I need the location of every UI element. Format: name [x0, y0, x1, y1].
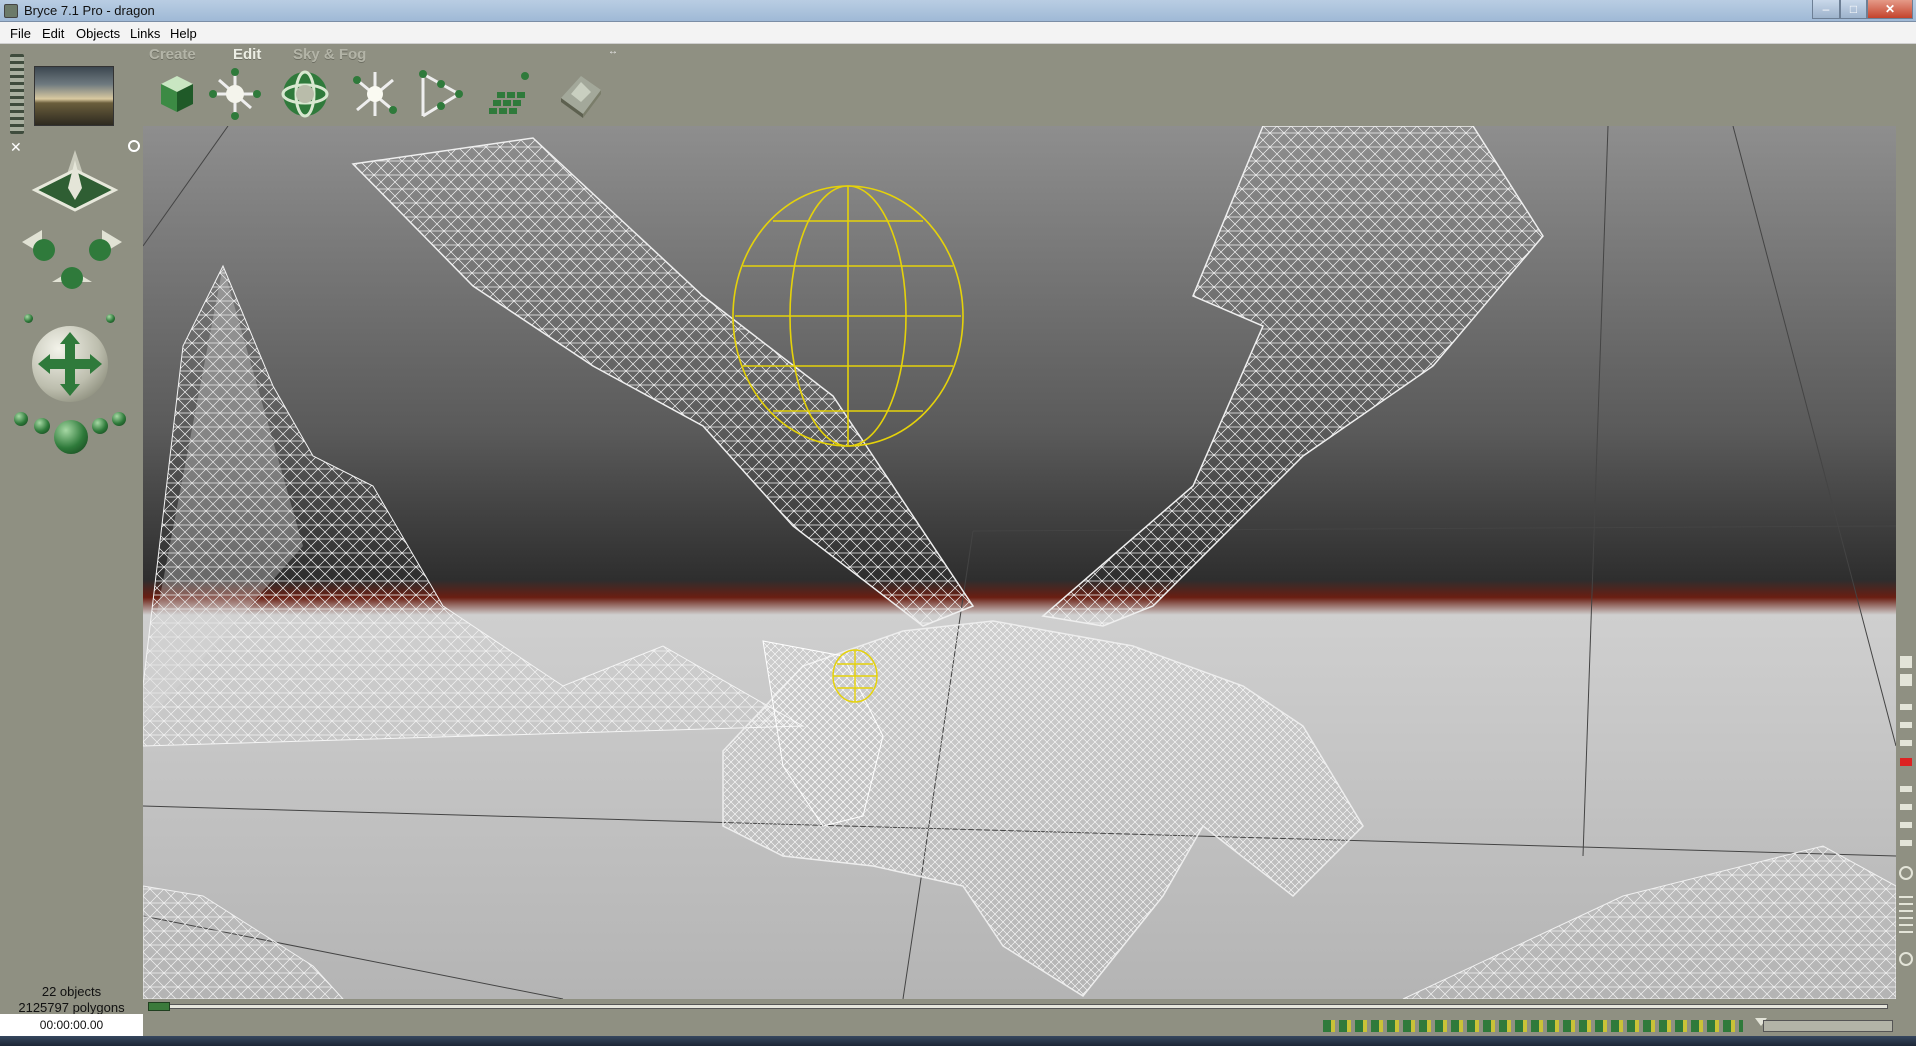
tab-create[interactable]: Create [149, 46, 196, 63]
zoom-sphere-4[interactable] [112, 412, 126, 426]
edit-pencil-icon[interactable] [1900, 656, 1912, 668]
zoom-sphere-center[interactable] [54, 420, 88, 454]
minimize-button[interactable]: – [1812, 0, 1840, 19]
tab-sky-fog[interactable]: Sky & Fog [293, 46, 366, 63]
3d-viewport[interactable] [143, 126, 1896, 999]
camera-trackball-icon[interactable] [12, 222, 132, 292]
rotate-icon[interactable] [207, 68, 263, 120]
texture-view-icon[interactable] [1899, 866, 1913, 880]
record-icon[interactable] [1900, 758, 1912, 766]
menu-help[interactable]: Help [170, 26, 197, 41]
view-mode-icon-3[interactable] [1900, 740, 1912, 746]
view-control-icon[interactable] [30, 140, 120, 220]
bryce-app-icon [4, 4, 18, 18]
display-mode-icon-1[interactable] [1900, 786, 1912, 792]
scene-statistics: 22 objects 2125797 polygons [0, 984, 143, 1015]
display-mode-icon-2[interactable] [1900, 804, 1912, 810]
selection-palette-icons[interactable] [1323, 1020, 1743, 1032]
replicate-icon[interactable] [489, 68, 545, 120]
cross-arrows-icon [38, 332, 102, 396]
bryce-window: Bryce 7.1 Pro - dragon – □ ✕ File Edit O… [0, 0, 1916, 1046]
menu-file[interactable]: File [10, 26, 31, 41]
maximize-button[interactable]: □ [1840, 0, 1867, 19]
menu-objects[interactable]: Objects [76, 26, 120, 41]
timeline-track[interactable] [148, 1004, 1888, 1009]
window-title: Bryce 7.1 Pro - dragon [24, 3, 155, 18]
align-icon[interactable] [347, 68, 403, 120]
edit-toolbar: Create Edit Sky & Fog ↔ [143, 44, 1916, 126]
nano-editor-strip[interactable] [10, 54, 24, 134]
tab-edit[interactable]: Edit [233, 46, 261, 63]
terrain-icon[interactable] [553, 68, 609, 120]
zoom-sphere-3[interactable] [92, 418, 108, 434]
close-preview-icon[interactable]: ✕ [10, 140, 24, 154]
zoom-sphere-1[interactable] [14, 412, 28, 426]
menu-edit[interactable]: Edit [42, 26, 64, 41]
wireframe-scene [143, 126, 1896, 999]
view-mode-icon-1[interactable] [1900, 704, 1912, 710]
right-tool-strip [1896, 126, 1916, 1046]
close-button[interactable]: ✕ [1867, 0, 1913, 19]
reposition-icon[interactable] [277, 68, 333, 120]
timeline-scrubber[interactable] [148, 1002, 170, 1011]
display-mode-icon-4[interactable] [1900, 840, 1912, 846]
playback-controls[interactable] [1763, 1020, 1893, 1032]
randomize-icon[interactable] [415, 68, 471, 120]
view-mode-icon-2[interactable] [1900, 722, 1912, 728]
object-count: 22 objects [41, 984, 102, 999]
menu-bar: File Edit Objects Links Help [0, 22, 1916, 44]
globe-icon[interactable] [1899, 952, 1913, 966]
animation-timeline [143, 999, 1916, 1014]
selected-small-wireframe [832, 649, 878, 703]
small-green-dot-left-icon[interactable] [24, 314, 33, 323]
title-bar: Bryce 7.1 Pro - dragon – □ ✕ [0, 0, 1916, 22]
os-taskbar [0, 1036, 1916, 1046]
zoom-sphere-2[interactable] [34, 418, 50, 434]
small-green-dot-right-icon[interactable] [106, 314, 115, 323]
palette-collapse-icon[interactable]: ↔ [608, 46, 618, 57]
eraser-icon[interactable] [1900, 674, 1912, 686]
zoom-tools-icon[interactable] [1899, 896, 1913, 936]
bottom-selection-bar [143, 1014, 1916, 1036]
current-time: 00:00:00.00 [0, 1014, 143, 1036]
menu-links[interactable]: Links [130, 26, 160, 41]
left-control-palette: ✕ 22 objects 2125797 polygons [0, 44, 143, 1046]
cube-resize-icon[interactable] [149, 68, 205, 120]
display-mode-icon-3[interactable] [1900, 822, 1912, 828]
render-options-icon[interactable] [128, 140, 140, 152]
nano-preview-window[interactable] [34, 66, 114, 126]
